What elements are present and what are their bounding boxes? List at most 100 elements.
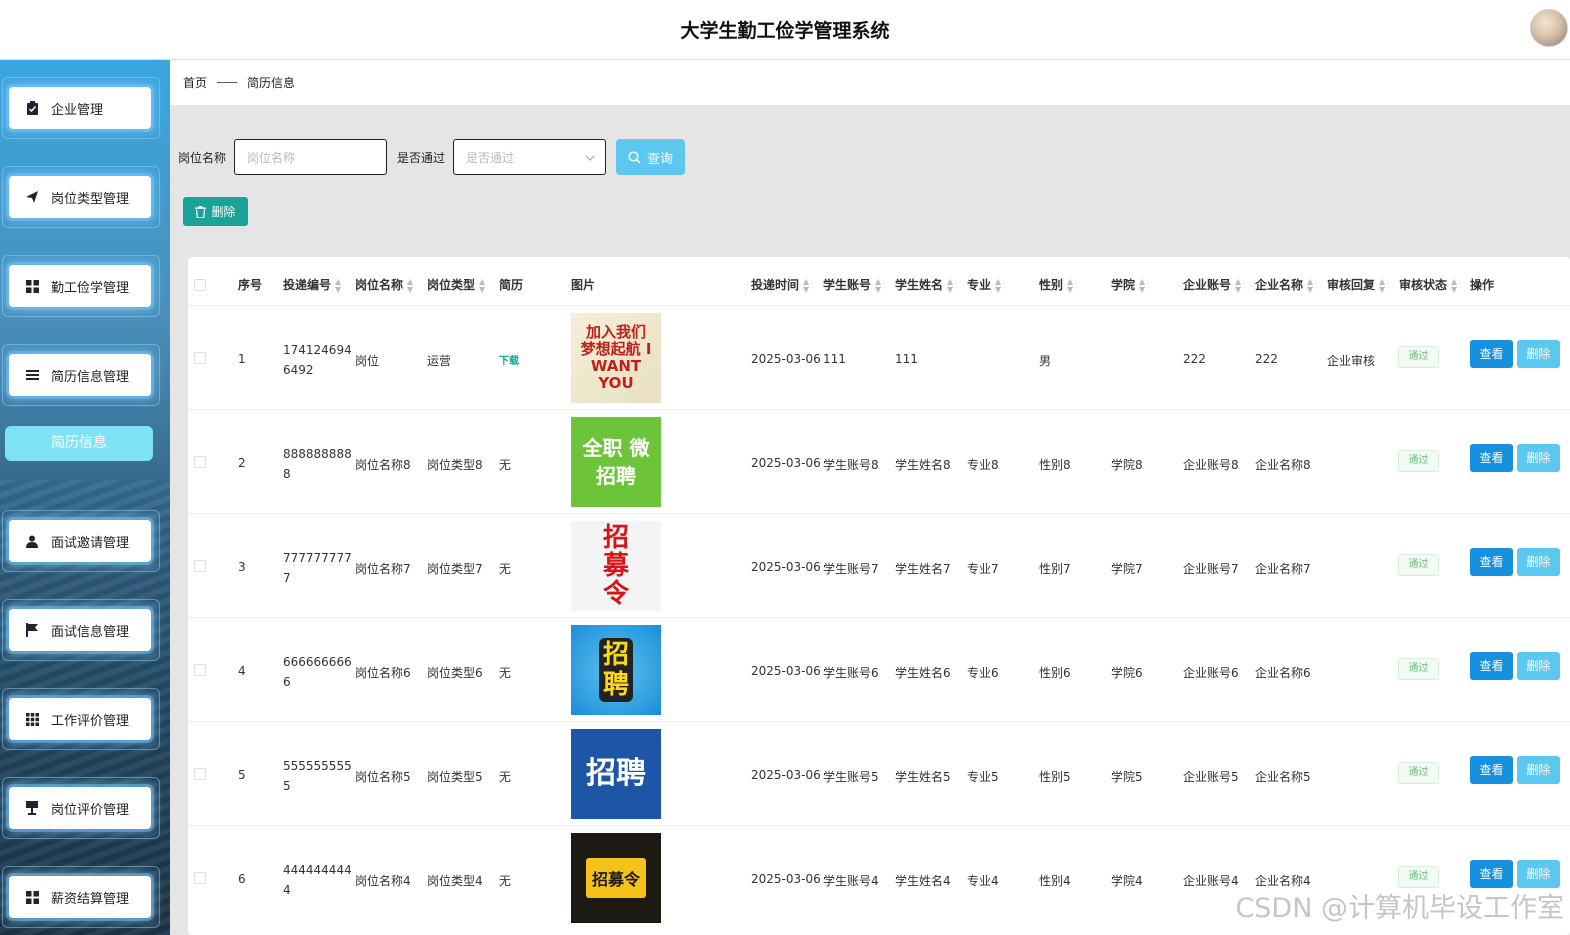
student-name: 111 <box>895 352 918 366</box>
sort-icon: ▲ ▼ <box>1307 276 1314 294</box>
sidebar-item-job-review[interactable]: 岗位评价管理 <box>9 787 151 829</box>
corp-account: 企业账号7 <box>1183 562 1239 576</box>
status-badge: 通过 <box>1398 658 1439 680</box>
view-button[interactable]: 查看 <box>1470 652 1513 680</box>
col-header[interactable]: 投递时间 ▲ ▼ <box>751 257 809 305</box>
row-checkbox[interactable] <box>194 352 206 364</box>
sidebar-item-work-study[interactable]: 勤工俭学管理 <box>9 265 151 307</box>
delete-button[interactable]: 删除 <box>1517 444 1560 472</box>
col-header[interactable]: 企业名称 ▲ ▼ <box>1255 257 1313 305</box>
pass-placeholder: 是否通过 <box>466 150 515 165</box>
sidebar-item-work-review[interactable]: 工作评价管理 <box>9 698 151 740</box>
corp-account: 企业账号8 <box>1183 458 1239 472</box>
delete-button[interactable]: 删除 <box>1517 340 1560 368</box>
job-type: 岗位类型6 <box>427 666 483 680</box>
job-type: 岗位类型5 <box>427 770 483 784</box>
sidebar-item-label: 岗位评价管理 <box>51 802 130 818</box>
breadcrumb-home[interactable]: 首页 <box>183 74 207 91</box>
select-all-checkbox[interactable] <box>194 279 206 291</box>
sidebar-item-label: 企业管理 <box>51 102 104 118</box>
row-checkbox[interactable] <box>194 872 206 884</box>
col-header[interactable]: 学生姓名 ▲ ▼ <box>895 257 953 305</box>
row-checkbox[interactable] <box>194 664 206 676</box>
corp-account: 企业账号5 <box>1183 770 1239 784</box>
row-index: 4 <box>238 664 246 678</box>
major: 专业7 <box>967 562 999 576</box>
search-icon <box>628 150 641 164</box>
row-checkbox[interactable] <box>194 456 206 468</box>
avatar[interactable] <box>1530 9 1568 47</box>
view-button[interactable]: 查看 <box>1470 340 1513 368</box>
delivery-code: 777777777 7 <box>283 551 352 585</box>
col-header[interactable]: 投递编号 ▲ ▼ <box>283 257 341 305</box>
col-header[interactable]: 性别 ▲ ▼ <box>1039 257 1073 305</box>
view-button[interactable]: 查看 <box>1470 860 1513 888</box>
gender: 男 <box>1039 354 1052 368</box>
table-row: 4 666666666 6 岗位名称6 岗位类型6 无 招聘 2025-03-06… <box>188 617 1570 721</box>
row-checkbox[interactable] <box>194 768 206 780</box>
batch-delete-button[interactable]: 删除 <box>183 197 248 226</box>
job-name: 岗位名称6 <box>355 666 411 680</box>
corp-name: 222 <box>1255 352 1278 366</box>
view-button[interactable]: 查看 <box>1470 444 1513 472</box>
status-badge: 通过 <box>1398 450 1439 472</box>
student-account: 学生账号5 <box>823 770 879 784</box>
delete-button[interactable]: 删除 <box>1517 756 1560 784</box>
student-name: 学生姓名8 <box>895 458 951 472</box>
college: 学院7 <box>1111 562 1143 576</box>
gender: 性别5 <box>1039 770 1071 784</box>
job-name-input[interactable]: 岗位名称 <box>234 139 388 175</box>
view-button[interactable]: 查看 <box>1470 756 1513 784</box>
col-header: 操作 <box>1470 278 1495 292</box>
delete-button[interactable]: 删除 <box>1517 860 1560 888</box>
sidebar-item-label: 面试信息管理 <box>51 624 130 640</box>
resume: 无 <box>499 458 512 472</box>
delete-button[interactable]: 删除 <box>1517 652 1560 680</box>
sort-icon: ▲ ▼ <box>1139 276 1146 294</box>
corp-account: 企业账号4 <box>1183 874 1239 888</box>
delivery-code: 555555555 5 <box>283 759 352 793</box>
row-checkbox[interactable] <box>194 560 206 572</box>
sidebar-item-salary[interactable]: 薪资结算管理 <box>9 876 151 918</box>
student-account: 111 <box>823 352 846 366</box>
delete-button[interactable]: 删除 <box>1517 548 1560 576</box>
sort-icon: ▲ ▼ <box>335 276 342 294</box>
grid-icon <box>25 279 39 293</box>
col-header[interactable]: 学院 ▲ ▼ <box>1111 257 1145 305</box>
col-header[interactable]: 专业 ▲ ▼ <box>967 257 1001 305</box>
paper-plane-icon <box>25 190 39 204</box>
col-header[interactable]: 学生账号 ▲ ▼ <box>823 257 881 305</box>
sort-icon: ▲ ▼ <box>1235 276 1242 294</box>
table-row: 1 174124694 6492 岗位 运营 下载 加入我们 梦想起航 I WAN… <box>188 305 1570 409</box>
resume: 无 <box>499 666 512 680</box>
pass-select[interactable]: 是否通过 <box>453 139 607 175</box>
resume-download-link[interactable]: 下载 <box>499 352 519 367</box>
breadcrumb-current: 简历信息 <box>247 76 296 90</box>
sidebar-item-interview-info[interactable]: 面试信息管理 <box>9 609 151 651</box>
podium-icon <box>25 801 39 815</box>
view-button[interactable]: 查看 <box>1470 548 1513 576</box>
delivery-code: 444444444 4 <box>283 863 352 897</box>
sidebar-item-enterprise[interactable]: 企业管理 <box>9 87 151 129</box>
college: 学院4 <box>1111 874 1143 888</box>
sidebar-item-resume[interactable]: 简历信息管理 <box>9 354 151 396</box>
col-header[interactable]: 审核状态 ▲ ▼ <box>1399 257 1457 305</box>
submenu-resume-info[interactable]: 简历信息 <box>5 426 153 461</box>
job-image: 招募令 <box>571 833 661 923</box>
col-header[interactable]: 岗位类型 ▲ ▼ <box>427 257 485 305</box>
col-header[interactable]: 审核回复 ▲ ▼ <box>1327 257 1385 305</box>
corp-name: 企业名称6 <box>1255 666 1311 680</box>
sidebar-item-job-type[interactable]: 岗位类型管理 <box>9 176 151 218</box>
sort-icon: ▲ ▼ <box>803 276 810 294</box>
col-header[interactable]: 企业账号 ▲ ▼ <box>1183 257 1241 305</box>
row-index: 1 <box>238 352 246 366</box>
sort-icon: ▲ ▼ <box>1379 276 1386 294</box>
sidebar-item-label: 面试邀请管理 <box>51 535 130 551</box>
sort-icon: ▲ ▼ <box>479 276 486 294</box>
student-name: 学生姓名5 <box>895 770 951 784</box>
sidebar-item-label: 薪资结算管理 <box>51 891 130 907</box>
col-header[interactable]: 岗位名称 ▲ ▼ <box>355 257 413 305</box>
sidebar-item-interview-invite[interactable]: 面试邀请管理 <box>9 520 151 562</box>
college: 学院5 <box>1111 770 1143 784</box>
query-button[interactable]: 查询 <box>616 139 686 175</box>
